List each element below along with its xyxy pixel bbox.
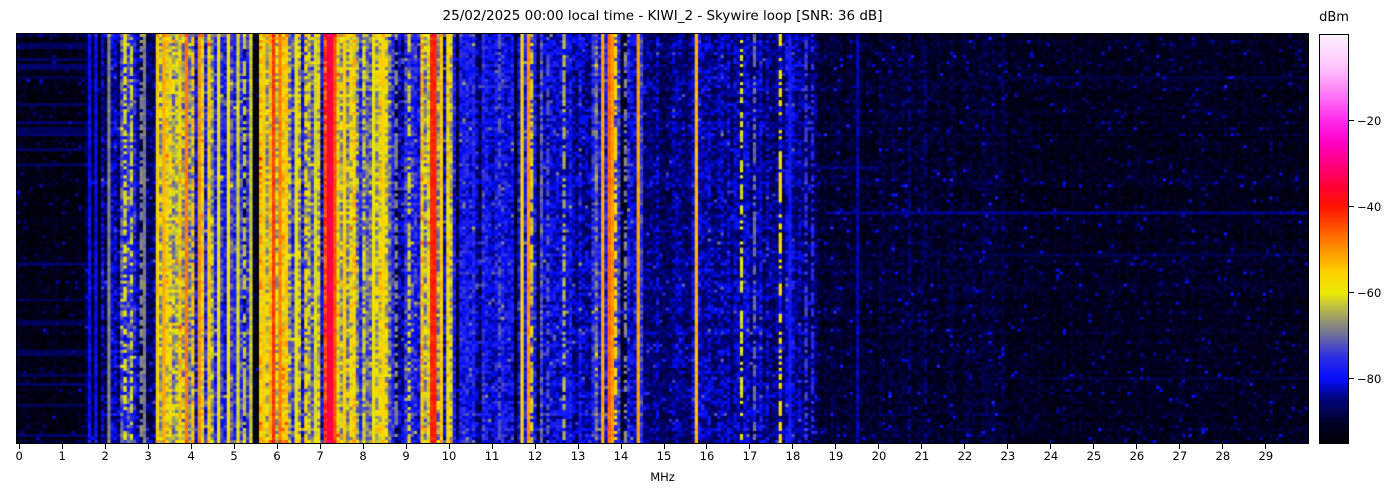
colorbar-tick-label: −20	[1357, 113, 1382, 128]
x-tick-label: 21	[914, 449, 930, 463]
x-tick-label: 17	[742, 449, 758, 463]
x-tick-label: 11	[484, 449, 500, 463]
x-tick-label: 26	[1129, 449, 1145, 463]
colorbar-label: dBm	[1319, 10, 1349, 25]
x-tick-label: 4	[187, 449, 195, 463]
colorbar-tick-label: −40	[1357, 199, 1382, 214]
x-tick-label: 20	[871, 449, 887, 463]
x-tick-label: 0	[15, 449, 23, 463]
x-tick-label: 18	[785, 449, 801, 463]
colorbar-tick-mark	[1349, 120, 1354, 122]
x-tick-label: 5	[230, 449, 238, 463]
x-tick-label: 22	[957, 449, 973, 463]
x-tick-label: 29	[1258, 449, 1274, 463]
x-tick-label: 25	[1086, 449, 1102, 463]
x-tick-label: 28	[1215, 449, 1231, 463]
x-tick-label: 7	[316, 449, 324, 463]
colorbar-tick-label: −80	[1357, 371, 1382, 386]
x-axis-label: MHz	[650, 470, 675, 484]
x-tick-label: 12	[527, 449, 543, 463]
x-tick-label: 9	[402, 449, 410, 463]
plot-area	[17, 34, 1308, 443]
x-tick-label: 24	[1043, 449, 1059, 463]
colorbar-tick-mark	[1349, 292, 1354, 294]
colorbar-tick-mark	[1349, 378, 1354, 380]
waterfall-page: { "title": "25/02/2025 00:00 local time …	[0, 0, 1400, 500]
colorbar-tick-mark	[1349, 206, 1354, 208]
x-tick-label: 3	[144, 449, 152, 463]
x-tick-label: 6	[273, 449, 281, 463]
x-tick-label: 14	[613, 449, 629, 463]
x-tick-label: 27	[1172, 449, 1188, 463]
x-tick-label: 1	[58, 449, 66, 463]
x-tick-label: 2	[101, 449, 109, 463]
x-tick-label: 8	[359, 449, 367, 463]
x-tick-label: 23	[1000, 449, 1016, 463]
x-tick-label: 19	[828, 449, 844, 463]
colorbar-tick-label: −60	[1357, 285, 1382, 300]
colorbar-canvas	[1320, 35, 1348, 443]
x-tick-label: 16	[699, 449, 715, 463]
x-tick-label: 15	[656, 449, 672, 463]
x-tick-label: 10	[441, 449, 457, 463]
colorbar	[1320, 35, 1348, 443]
spectrogram-canvas	[17, 34, 1308, 443]
x-tick-label: 13	[570, 449, 586, 463]
chart-title: 25/02/2025 00:00 local time - KIWI_2 - S…	[442, 8, 883, 24]
